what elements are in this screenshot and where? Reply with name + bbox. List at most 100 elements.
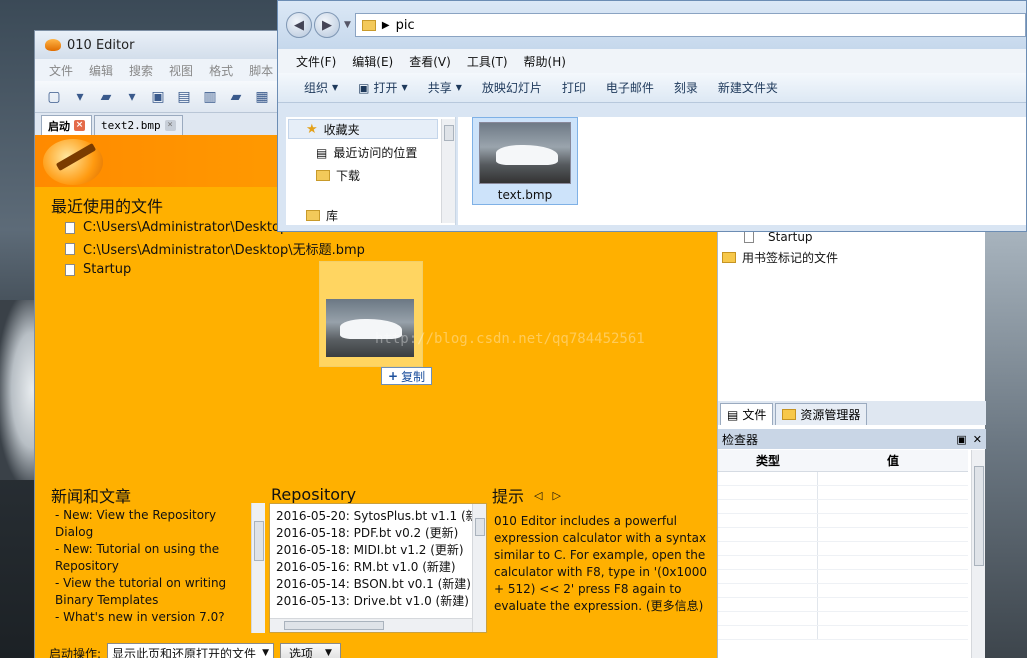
file-name: text.bmp [497, 188, 553, 202]
table-row [718, 486, 968, 500]
menu-view[interactable]: 视图 [161, 62, 201, 79]
menu-script[interactable]: 脚本 [241, 62, 281, 79]
table-row [718, 584, 968, 598]
forward-icon[interactable]: ▶ [314, 12, 340, 38]
menu-format[interactable]: 格式 [201, 62, 241, 79]
tree-label: 用书签标记的文件 [742, 251, 839, 265]
options-button[interactable]: 选项 ▼ [279, 643, 341, 658]
close-icon[interactable]: × [164, 120, 176, 131]
downloads-folder-icon [316, 170, 330, 181]
save-icon[interactable]: ▣ [147, 86, 169, 108]
file-item[interactable]: text.bmp [472, 117, 578, 205]
news-item[interactable]: Binary Templates [55, 592, 259, 609]
restore-icon[interactable]: ▣ [956, 433, 966, 446]
inspector-scrollbar[interactable] [971, 450, 985, 658]
scroll-thumb[interactable] [254, 521, 264, 561]
repository-hscroll[interactable] [270, 618, 472, 632]
prev-tip-icon[interactable]: ◁ [534, 489, 542, 502]
folder-icon [361, 19, 376, 31]
scroll-thumb[interactable] [475, 518, 485, 536]
repository-item[interactable]: 2016-05-20: SytosPlus.bt v1.1 (新建 [276, 508, 486, 525]
news-item[interactable]: Repository [55, 558, 259, 575]
close-icon[interactable]: ✕ [973, 433, 982, 446]
menu-edit[interactable]: 编辑 [81, 62, 121, 79]
close-file-icon[interactable]: ▦ [251, 86, 273, 108]
scroll-thumb[interactable] [974, 466, 984, 566]
nav-favorites[interactable]: ★ 收藏夹 [306, 121, 360, 138]
menu-view[interactable]: 查看(V) [401, 53, 459, 70]
recent-files-title: 最近使用的文件 [51, 197, 164, 216]
tree-item-bookmarked[interactable]: 用书签标记的文件 [722, 249, 838, 266]
share-button[interactable]: 共享 ▼ [418, 79, 472, 96]
nav-scrollbar[interactable] [441, 119, 455, 223]
nav-label: 收藏夹 [323, 123, 360, 137]
nav-recent-places[interactable]: ▤ 最近访问的位置 [316, 144, 417, 161]
news-item[interactable]: - What's new in version 7.0? [55, 609, 259, 626]
explorer-menubar: 文件(F) 编辑(E) 查看(V) 工具(T) 帮助(H) [278, 49, 1026, 73]
tab-text2[interactable]: text2.bmp × [94, 115, 183, 135]
repository-item[interactable]: 2016-05-18: PDF.bt v0.2 (更新) [276, 525, 480, 542]
news-item[interactable]: - New: View the Repository [55, 507, 259, 524]
close-icon[interactable]: × [74, 120, 85, 131]
repository-item[interactable]: 2016-05-14: BSON.bt v0.1 (新建) [276, 576, 480, 593]
dropdown-icon[interactable]: ▾ [69, 86, 91, 108]
tab-file[interactable]: ▤ 文件 [720, 403, 774, 425]
menu-tools[interactable]: 工具(T) [459, 53, 516, 70]
back-icon[interactable]: ◀ [286, 12, 312, 38]
news-item[interactable]: - New: Tutorial on using the [55, 541, 259, 558]
next-tip-icon[interactable]: ▷ [552, 489, 560, 502]
history-dropdown-icon[interactable]: ▼ [344, 20, 351, 30]
menu-file[interactable]: 文件 [41, 62, 81, 79]
new-file-icon[interactable]: ▢ [43, 86, 65, 108]
table-row [718, 472, 968, 486]
copy-label: 复制 [401, 369, 426, 384]
news-scrollbar[interactable] [251, 503, 265, 633]
startup-action-dropdown[interactable]: 显示此页和还原打开的文件 ▼ [107, 643, 274, 658]
menu-help[interactable]: 帮助(H) [516, 53, 574, 70]
menu-edit[interactable]: 编辑(E) [344, 53, 401, 70]
tree-item-startup[interactable]: Startup [744, 230, 813, 244]
file-icon [65, 263, 75, 276]
app-icon [45, 39, 61, 51]
menu-file[interactable]: 文件(F) [288, 53, 344, 70]
slideshow-button[interactable]: 放映幻灯片 [472, 79, 552, 96]
news-item[interactable]: Dialog [55, 524, 259, 541]
address-box[interactable]: ▶ pic [354, 13, 1026, 37]
library-icon [306, 210, 320, 221]
table-row [718, 570, 968, 584]
repository-item[interactable]: 2016-05-18: MIDI.bt v1.2 (更新) [276, 542, 480, 559]
breadcrumb-arrow-icon[interactable]: ▶ [382, 20, 390, 31]
tab-explorer[interactable]: 资源管理器 [775, 403, 868, 425]
chevron-down-icon: ▼ [325, 648, 332, 658]
new-folder-button[interactable]: 新建文件夹 [708, 79, 788, 96]
news-item[interactable]: - View the tutorial on writing [55, 575, 259, 592]
recent-file-item[interactable]: C:\Users\Administrator\Desktop\无标题.bmp [65, 238, 365, 259]
open-recent-icon[interactable]: ▰ [225, 86, 247, 108]
open-folder-icon[interactable]: ▰ [95, 86, 117, 108]
email-button[interactable]: 电子邮件 [596, 79, 664, 96]
tips-text: 010 Editor includes a powerful expressio… [494, 514, 708, 613]
save-as-icon[interactable]: ▤ [173, 86, 195, 108]
column-value[interactable]: 值 [818, 450, 968, 471]
nav-libraries[interactable]: 库 [306, 207, 338, 224]
scroll-thumb[interactable] [284, 621, 384, 630]
column-type[interactable]: 类型 [718, 450, 818, 471]
repository-item[interactable]: 2016-05-16: RM.bt v1.0 (新建) [276, 559, 480, 576]
organize-button[interactable]: 组织 ▼ [294, 79, 348, 96]
menu-search[interactable]: 搜索 [121, 62, 161, 79]
nav-downloads[interactable]: 下载 [316, 167, 360, 184]
image-thumbnail [479, 122, 571, 184]
print-button[interactable]: 打印 [552, 79, 596, 96]
bookmark-folder-icon [722, 252, 736, 263]
repository-vscroll[interactable] [472, 504, 486, 632]
save-all-icon[interactable]: ▥ [199, 86, 221, 108]
nav-label: 库 [326, 209, 339, 223]
dropdown-icon[interactable]: ▾ [121, 86, 143, 108]
scroll-thumb[interactable] [444, 125, 454, 141]
recent-file-path: Startup [83, 262, 132, 277]
open-button[interactable]: ▣ 打开 ▼ [348, 79, 418, 96]
burn-button[interactable]: 刻录 [664, 79, 708, 96]
table-row [718, 612, 968, 626]
tab-startup[interactable]: 启动 × [41, 115, 92, 135]
repository-item[interactable]: 2016-05-13: Drive.bt v1.0 (新建) [276, 593, 480, 610]
